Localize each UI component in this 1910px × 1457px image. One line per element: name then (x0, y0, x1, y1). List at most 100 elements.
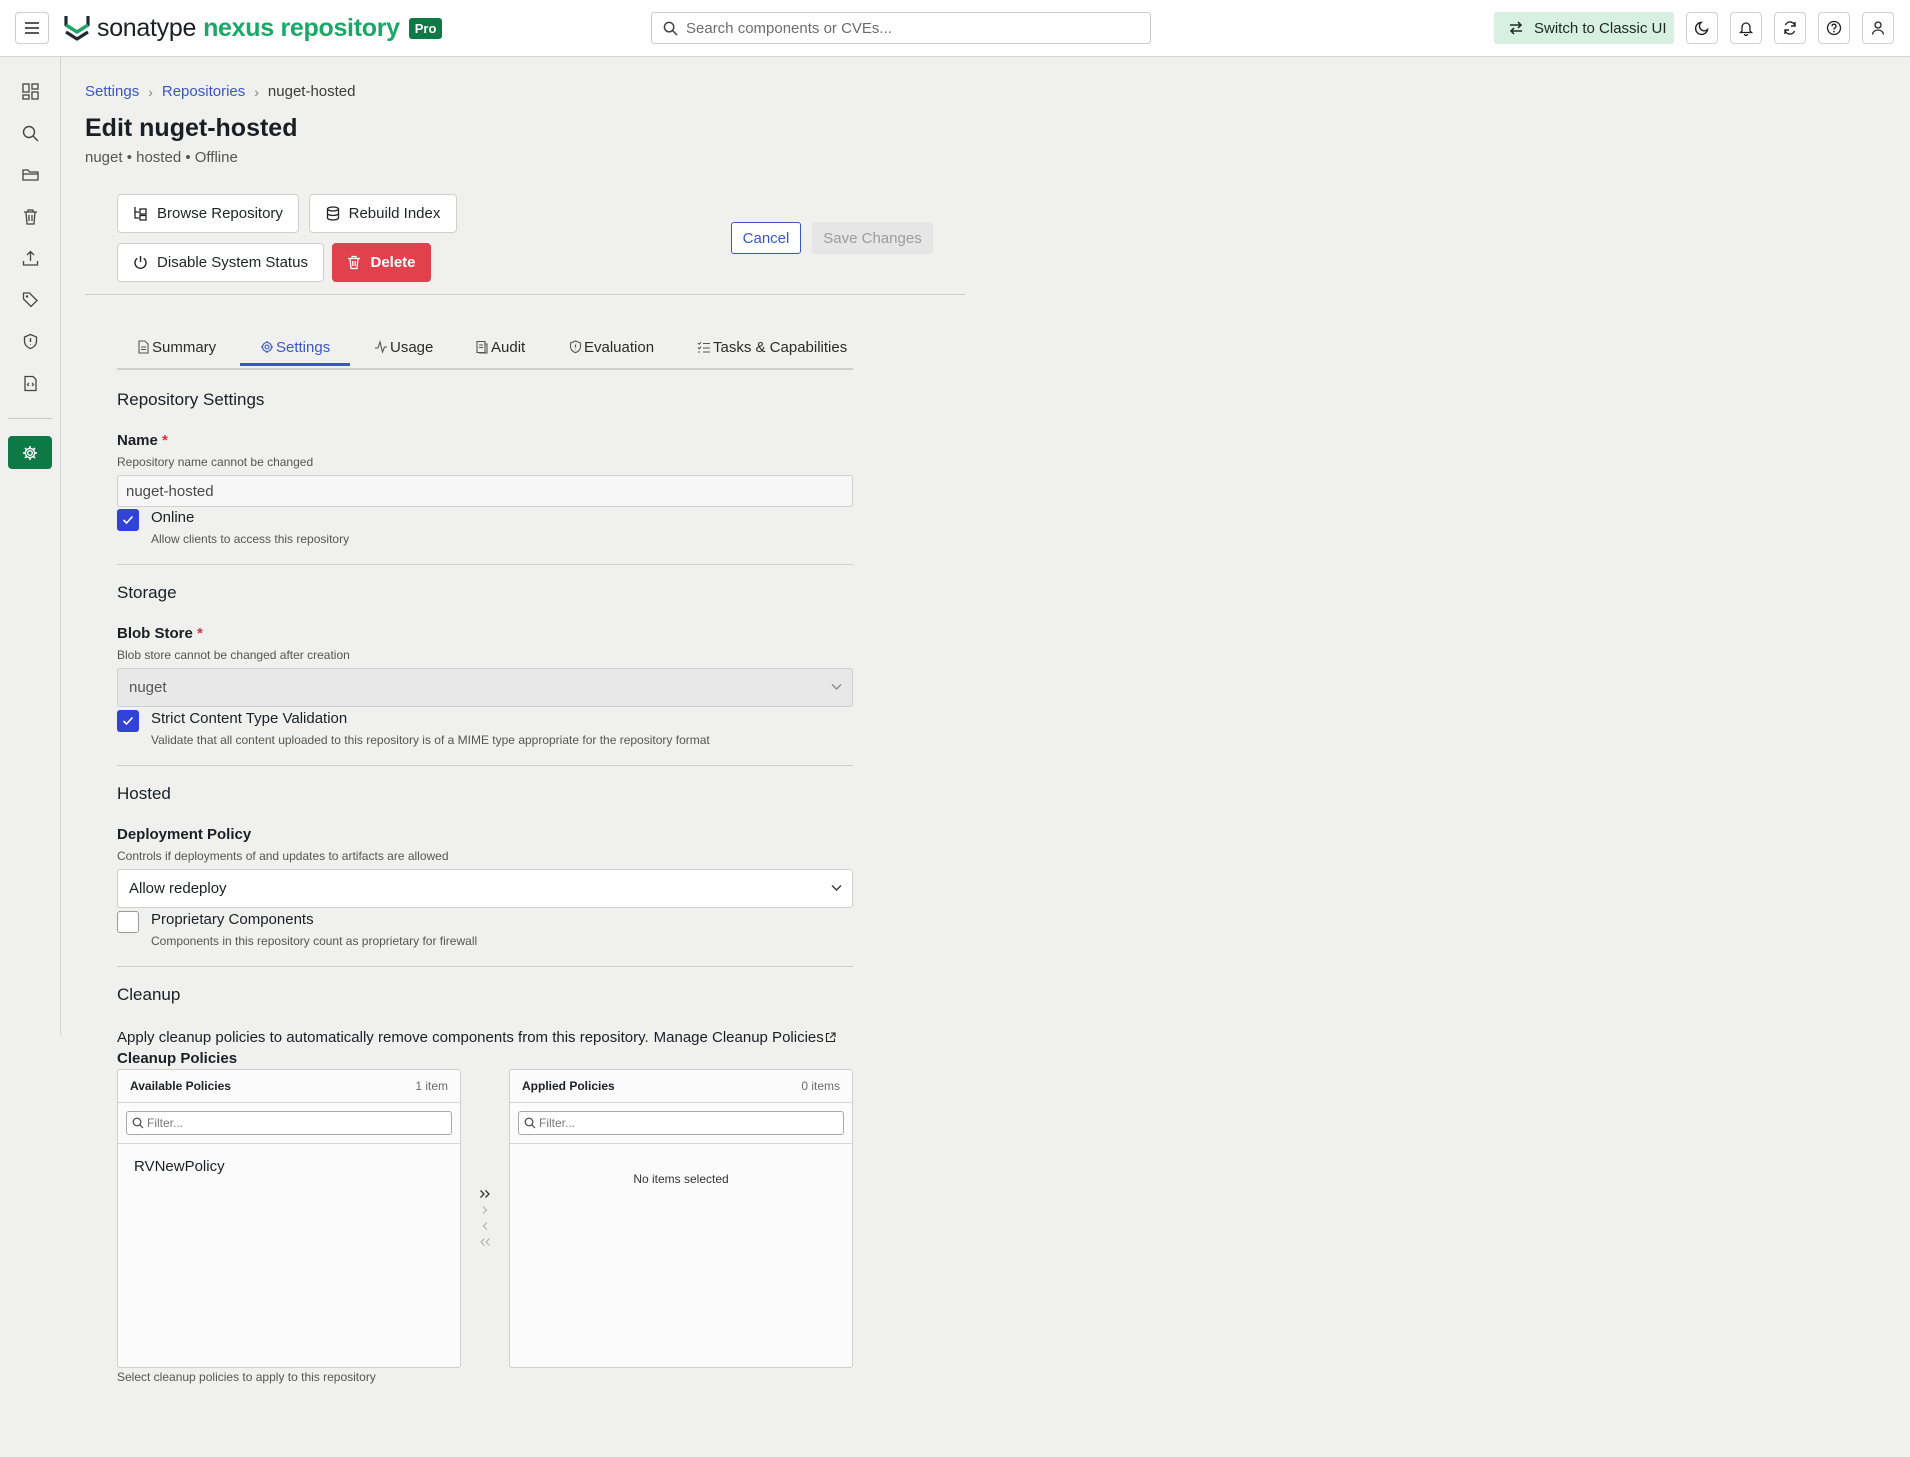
move-all-left-button[interactable] (475, 1234, 495, 1250)
trash-icon (23, 208, 37, 225)
blob-store-help: Blob store cannot be changed after creat… (117, 648, 350, 662)
rebuild-index-button[interactable]: Rebuild Index (309, 194, 457, 233)
nav-upload[interactable] (14, 242, 46, 274)
hamburger-icon (25, 22, 39, 34)
checkmark-icon (122, 515, 134, 525)
disable-system-status-label: Disable System Status (157, 254, 308, 271)
help-button[interactable] (1818, 12, 1850, 44)
browse-repository-button[interactable]: Browse Repository (117, 194, 299, 233)
available-policies-count: 1 item (415, 1079, 448, 1093)
online-help: Allow clients to access this repository (151, 532, 350, 546)
applied-policies-header: Applied Policies 0 items (510, 1070, 852, 1103)
move-right-button[interactable] (475, 1202, 495, 1218)
checklist-icon (697, 341, 710, 353)
required-marker: * (162, 432, 168, 449)
cancel-button[interactable]: Cancel (731, 222, 801, 254)
available-policies-header: Available Policies 1 item (118, 1070, 460, 1103)
swap-arrows-icon (1509, 21, 1523, 35)
breadcrumb-settings[interactable]: Settings (85, 83, 139, 100)
applied-filter-input[interactable]: Filter... (518, 1111, 844, 1135)
list-item[interactable]: RVNewPolicy (134, 1158, 225, 1175)
tag-icon (22, 291, 38, 307)
chevron-left-icon (482, 1222, 488, 1230)
breadcrumb-current: nuget-hosted (267, 83, 356, 100)
edition-badge: Pro (408, 17, 443, 39)
sonatype-logo-icon (64, 16, 90, 41)
applied-filter-placeholder: Filter... (539, 1116, 576, 1130)
online-label: Online (151, 509, 195, 526)
tab-tasks-capabilities[interactable]: Tasks & Capabilities (697, 326, 847, 368)
cleanup-description-text: Apply cleanup policies to automatically … (117, 1029, 649, 1046)
tab-audit[interactable]: Audit (475, 326, 525, 368)
theme-toggle-button[interactable] (1686, 12, 1718, 44)
nav-deleted[interactable] (14, 200, 46, 232)
delete-button[interactable]: Delete (332, 243, 431, 282)
deployment-policy-value: Allow redeploy (129, 880, 227, 897)
brand-name: sonatype (97, 13, 197, 42)
proprietary-components-help: Components in this repository count as p… (151, 934, 478, 948)
move-all-right-button[interactable] (475, 1186, 495, 1202)
trash-icon (348, 255, 361, 270)
cleanup-heading: Cleanup (117, 985, 181, 1004)
tab-usage[interactable]: Usage (374, 326, 433, 368)
bell-icon (1738, 22, 1754, 36)
proprietary-components-checkbox[interactable] (117, 911, 139, 933)
move-left-button[interactable] (475, 1218, 495, 1234)
active-tab-indicator (240, 363, 350, 366)
available-policies-panel: Available Policies 1 item Filter... RVNe… (117, 1069, 461, 1368)
nav-security[interactable] (14, 325, 46, 357)
theme-toggle-icon (1694, 21, 1709, 36)
nav-reports[interactable] (14, 367, 46, 399)
tab-settings[interactable]: Settings (260, 326, 330, 368)
notifications-button[interactable] (1730, 12, 1762, 44)
name-field[interactable]: nuget-hosted (117, 475, 853, 507)
hamburger-menu-button[interactable] (15, 12, 49, 44)
nav-search[interactable] (14, 117, 46, 149)
proprietary-components-label: Proprietary Components (151, 911, 314, 928)
settings-gear-icon (23, 445, 37, 460)
switch-to-classic-ui-button[interactable]: Switch to Classic UI (1494, 12, 1674, 44)
required-marker: * (197, 625, 203, 642)
side-navigation (0, 57, 61, 1035)
nav-browse[interactable] (14, 158, 46, 190)
blob-store-select[interactable]: nuget (117, 668, 853, 707)
disable-system-status-button[interactable]: Disable System Status (117, 243, 324, 282)
deployment-policy-select[interactable]: Allow redeploy (117, 869, 853, 908)
tab-audit-label: Audit (491, 338, 526, 356)
search-icon (22, 125, 38, 141)
tab-summary[interactable]: Summary (137, 326, 216, 368)
help-icon (1826, 20, 1842, 36)
logo[interactable]: sonatype nexus repository Pro (63, 12, 443, 44)
upload-icon (22, 250, 38, 266)
dashboard-icon (21, 82, 39, 100)
nav-settings[interactable] (8, 436, 52, 469)
browse-repository-label: Browse Repository (157, 205, 283, 222)
chevron-down-icon (831, 885, 842, 891)
available-filter-placeholder: Filter... (147, 1116, 184, 1130)
header-divider (85, 294, 965, 295)
classic-ui-label: Switch to Classic UI (1534, 19, 1667, 37)
cleanup-policies-help: Select cleanup policies to apply to this… (117, 1370, 376, 1384)
available-filter-input[interactable]: Filter... (126, 1111, 452, 1135)
nav-dashboard[interactable] (14, 75, 46, 107)
power-icon (134, 256, 147, 269)
tree-icon (134, 207, 147, 221)
checkmark-icon (122, 716, 134, 726)
search-icon (524, 1117, 536, 1129)
user-menu-button[interactable] (1862, 12, 1894, 44)
online-checkbox[interactable] (117, 509, 139, 531)
nav-tags[interactable] (14, 283, 46, 315)
chevron-right-icon: › (148, 83, 153, 100)
global-search-input[interactable]: Search components or CVEs... (651, 12, 1151, 44)
manage-cleanup-policies-link[interactable]: Manage Cleanup Policies (654, 1029, 824, 1046)
panel-divider (510, 1143, 852, 1144)
save-changes-button[interactable]: Save Changes (812, 222, 933, 254)
tab-evaluation[interactable]: Evaluation (569, 326, 654, 368)
blob-store-label-text: Blob Store (117, 625, 193, 642)
strict-content-validation-help: Validate that all content uploaded to th… (151, 733, 710, 747)
breadcrumb-repositories[interactable]: Repositories (162, 83, 245, 100)
report-icon (23, 375, 37, 391)
strict-content-validation-checkbox[interactable] (117, 710, 139, 732)
refresh-button[interactable] (1774, 12, 1806, 44)
rebuild-index-label: Rebuild Index (348, 205, 441, 222)
